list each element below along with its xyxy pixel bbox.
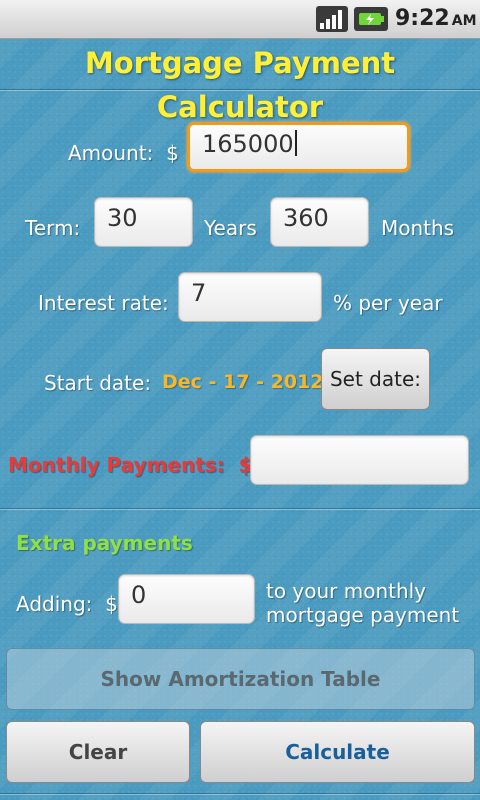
extra-payment-value: 0 [131, 581, 147, 609]
app-screen: Mortgage Payment Calculator Amount: $ 16… [0, 39, 480, 800]
interest-unit: % per year [333, 291, 443, 315]
interest-input[interactable]: 7 [178, 272, 322, 322]
term-label: Term: [25, 216, 81, 240]
amount-currency: $ [166, 141, 179, 165]
clock: 9:22 AM [395, 6, 477, 31]
extra-payment-input[interactable]: 0 [118, 574, 255, 624]
clock-time: 9:22 [395, 6, 450, 31]
title-divider [0, 89, 480, 91]
set-date-button[interactable]: Set date: [321, 348, 430, 410]
monthly-payments-output[interactable] [250, 435, 469, 485]
amount-input[interactable]: 165000 [187, 122, 410, 172]
start-date-label: Start date: [44, 371, 152, 395]
adding-currency: $ [105, 592, 118, 616]
monthly-payments-label: Monthly Payments: $ [8, 453, 253, 477]
term-years-value: 30 [107, 204, 138, 232]
clock-ampm: AM [451, 13, 477, 29]
section-divider [0, 508, 480, 510]
monthly-payments-label-text: Monthly Payments: [8, 453, 225, 477]
months-label: Months [381, 216, 455, 240]
clear-button[interactable]: Clear [6, 721, 190, 783]
battery-icon [354, 7, 388, 31]
extra-payments-header: Extra payments [16, 531, 193, 555]
start-date-value: Dec - 17 - 2012 [162, 371, 324, 393]
term-years-input[interactable]: 30 [94, 197, 193, 247]
signal-icon [316, 6, 348, 32]
years-label: Years [204, 216, 257, 240]
app-title: Mortgage Payment Calculator [84, 46, 396, 124]
interest-label: Interest rate: [38, 291, 169, 315]
status-bar: 9:22 AM [0, 0, 480, 39]
adding-label: Adding: $ [16, 592, 118, 616]
adding-label-text: Adding: [16, 592, 93, 616]
term-months-value: 360 [283, 204, 329, 232]
amount-value: 165000 [202, 130, 294, 158]
bottom-divider [0, 793, 480, 795]
interest-value: 7 [191, 279, 207, 307]
extra-description: to your monthly mortgage payment [266, 579, 459, 627]
extra-description-line2: mortgage payment [266, 603, 460, 627]
amount-label-text: Amount: [68, 141, 154, 165]
calculate-button[interactable]: Calculate [200, 721, 475, 783]
show-amortization-table-button[interactable]: Show Amortization Table [6, 648, 475, 710]
text-cursor [294, 130, 297, 156]
term-months-input[interactable]: 360 [270, 197, 369, 247]
amount-label: Amount: $ [68, 141, 179, 165]
extra-description-line1: to your monthly [266, 579, 427, 603]
